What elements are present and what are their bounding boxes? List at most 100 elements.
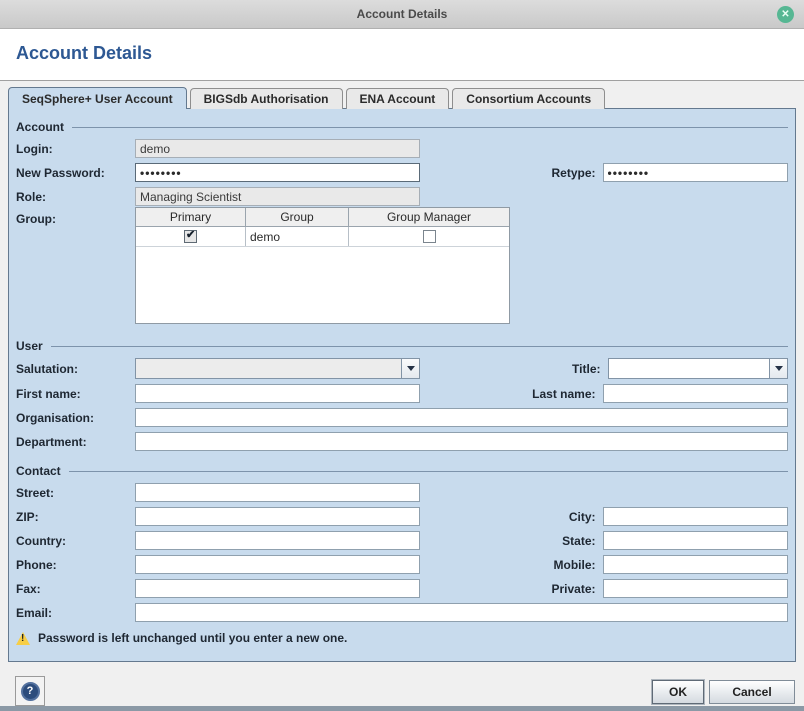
- state-field[interactable]: [603, 531, 789, 550]
- group-table[interactable]: Primary Group Group Manager ✔ demo: [135, 207, 510, 324]
- column-header-group-manager: Group Manager: [349, 208, 509, 227]
- first-name-field[interactable]: [135, 384, 420, 403]
- cancel-button[interactable]: Cancel: [709, 680, 795, 704]
- page-title: Account Details: [16, 43, 804, 64]
- role-field[interactable]: [135, 187, 420, 206]
- chevron-down-icon[interactable]: [769, 358, 788, 379]
- city-label: City:: [420, 510, 603, 524]
- salutation-row: Salutation: Title:: [16, 358, 788, 379]
- department-row: Department:: [16, 432, 788, 451]
- title-label: Title:: [420, 362, 608, 376]
- check-icon: ✔: [186, 228, 195, 241]
- dialog-body: SeqSphere+ User Account BIGSdb Authorisa…: [0, 80, 804, 711]
- window-bottom-edge: [0, 706, 804, 711]
- name-row: First name: Last name:: [16, 384, 788, 403]
- zip-label: ZIP:: [16, 509, 135, 524]
- salutation-value: [135, 358, 401, 379]
- close-icon[interactable]: ✕: [777, 6, 794, 23]
- group-manager-checkbox[interactable]: [423, 230, 436, 243]
- help-button[interactable]: ?: [15, 676, 45, 706]
- title-value: [608, 358, 770, 379]
- help-icon: ?: [21, 682, 40, 701]
- mobile-label: Mobile:: [420, 558, 603, 572]
- group-cell: demo: [246, 227, 349, 246]
- dialog-header: Account Details: [0, 29, 804, 80]
- section-divider: [69, 471, 788, 472]
- group-manager-cell: [349, 227, 509, 246]
- salutation-label: Salutation:: [16, 361, 135, 376]
- new-password-row: New Password: Retype:: [16, 163, 788, 182]
- email-row: Email:: [16, 603, 788, 622]
- warning-icon: !: [16, 632, 31, 645]
- tab-panel-seqsphere-user-account: Account Login: New Password: Retype: Rol…: [8, 108, 796, 662]
- retype-password-field[interactable]: [603, 163, 789, 182]
- organisation-row: Organisation:: [16, 408, 788, 427]
- phone-label: Phone:: [16, 557, 135, 572]
- retype-label: Retype:: [420, 166, 603, 180]
- zip-field[interactable]: [135, 507, 420, 526]
- title-select[interactable]: [608, 358, 789, 379]
- primary-cell: ✔: [136, 227, 246, 246]
- warning-text: Password is left unchanged until you ent…: [38, 631, 347, 645]
- ok-button[interactable]: OK: [652, 680, 704, 704]
- group-table-header: Primary Group Group Manager: [136, 208, 509, 227]
- phone-mobile-row: Phone: Mobile:: [16, 555, 788, 574]
- footer-buttons: OK Cancel: [652, 680, 795, 704]
- country-label: Country:: [16, 533, 135, 548]
- organisation-label: Organisation:: [16, 410, 135, 425]
- tab-ena-account[interactable]: ENA Account: [346, 88, 450, 109]
- mobile-field[interactable]: [603, 555, 789, 574]
- section-divider: [72, 127, 788, 128]
- country-state-row: Country: State:: [16, 531, 788, 550]
- department-label: Department:: [16, 434, 135, 449]
- user-section-title: User: [16, 339, 43, 353]
- street-label: Street:: [16, 485, 135, 500]
- email-field[interactable]: [135, 603, 788, 622]
- email-label: Email:: [16, 605, 135, 620]
- city-field[interactable]: [603, 507, 789, 526]
- tab-seqsphere-user-account[interactable]: SeqSphere+ User Account: [8, 87, 187, 109]
- zip-city-row: ZIP: City:: [16, 507, 788, 526]
- organisation-field[interactable]: [135, 408, 788, 427]
- group-label: Group:: [16, 211, 135, 226]
- password-warning: ! Password is left unchanged until you e…: [16, 629, 788, 647]
- state-label: State:: [420, 534, 603, 548]
- country-field[interactable]: [135, 531, 420, 550]
- new-password-label: New Password:: [16, 165, 135, 180]
- column-header-group: Group: [246, 208, 349, 227]
- tab-bar: SeqSphere+ User Account BIGSdb Authorisa…: [0, 81, 804, 109]
- first-name-label: First name:: [16, 386, 135, 401]
- street-row: Street:: [16, 483, 788, 502]
- department-field[interactable]: [135, 432, 788, 451]
- last-name-label: Last name:: [420, 387, 603, 401]
- fax-private-row: Fax: Private:: [16, 579, 788, 598]
- column-header-primary: Primary: [136, 208, 246, 227]
- tab-bigsdb-authorisation[interactable]: BIGSdb Authorisation: [190, 88, 343, 109]
- window-titlebar: Account Details ✕: [0, 0, 804, 29]
- login-row: Login:: [16, 139, 788, 158]
- contact-section-title: Contact: [16, 464, 61, 478]
- account-section-title: Account: [16, 120, 64, 134]
- primary-checkbox[interactable]: ✔: [184, 230, 197, 243]
- window-title: Account Details: [357, 7, 448, 21]
- user-section-header: User: [16, 338, 788, 353]
- account-section-header: Account: [16, 119, 788, 134]
- login-label: Login:: [16, 141, 135, 156]
- table-row[interactable]: ✔ demo: [136, 227, 509, 247]
- street-field[interactable]: [135, 483, 420, 502]
- salutation-select[interactable]: [135, 358, 420, 379]
- new-password-field[interactable]: [135, 163, 420, 182]
- section-divider: [51, 346, 788, 347]
- login-field[interactable]: [135, 139, 420, 158]
- last-name-field[interactable]: [603, 384, 789, 403]
- role-label: Role:: [16, 189, 135, 204]
- fax-field[interactable]: [135, 579, 420, 598]
- role-row: Role:: [16, 187, 788, 206]
- tab-consortium-accounts[interactable]: Consortium Accounts: [452, 88, 605, 109]
- contact-section-header: Contact: [16, 463, 788, 478]
- phone-field[interactable]: [135, 555, 420, 574]
- chevron-down-icon[interactable]: [401, 358, 420, 379]
- private-field[interactable]: [603, 579, 789, 598]
- dialog-footer: ? OK Cancel: [0, 662, 804, 711]
- private-label: Private:: [420, 582, 603, 596]
